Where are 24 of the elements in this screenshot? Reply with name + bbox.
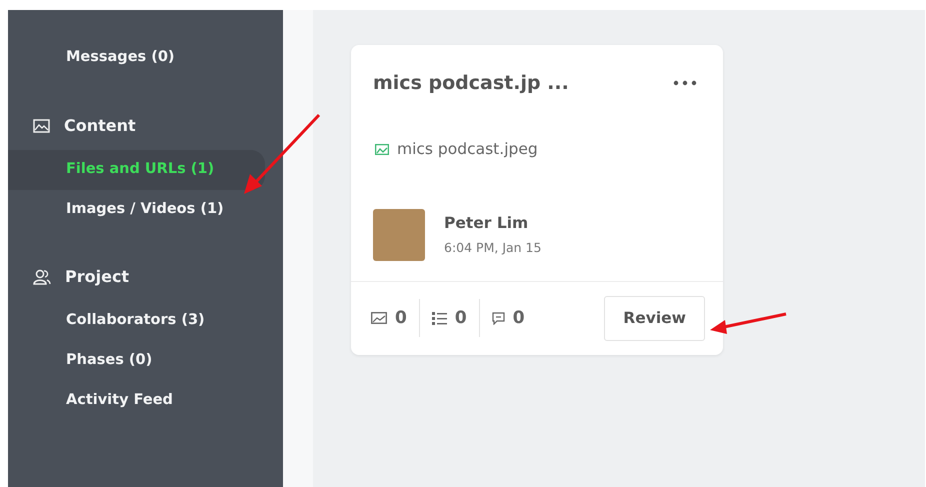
list-icon xyxy=(432,312,447,325)
section-title: Content xyxy=(64,114,136,137)
sidebar-item[interactable]: Phases (0) xyxy=(8,341,265,381)
sidebar-item[interactable]: Files and URLs (1) xyxy=(8,150,265,190)
image-icon xyxy=(371,312,387,324)
file-name[interactable]: mics podcast.jpeg xyxy=(397,138,538,161)
sidebar-item[interactable]: Activity Feed xyxy=(8,380,265,420)
count: 0 xyxy=(454,306,467,330)
image-icon xyxy=(375,144,389,155)
count: 0 xyxy=(512,306,525,330)
more-icon[interactable] xyxy=(673,80,697,86)
section-title: Project xyxy=(65,266,130,288)
sidebar-item[interactable]: Images / Videos (1) xyxy=(8,190,265,230)
people-icon xyxy=(33,269,51,286)
image-icon xyxy=(33,118,50,133)
count: 0 xyxy=(395,306,407,330)
comment-icon xyxy=(492,312,505,325)
review-button[interactable]: Review xyxy=(604,296,705,341)
author-name: Peter Lim xyxy=(444,212,530,234)
avatar-placeholder xyxy=(373,208,425,261)
timestamp: 6:04 PM, Jan 15 xyxy=(444,239,542,257)
sidebar-item[interactable]: Messages (0) xyxy=(8,38,265,78)
card-title: mics podcast.jp ... xyxy=(373,71,569,96)
sidebar-item[interactable]: Collaborators (3) xyxy=(8,301,265,341)
